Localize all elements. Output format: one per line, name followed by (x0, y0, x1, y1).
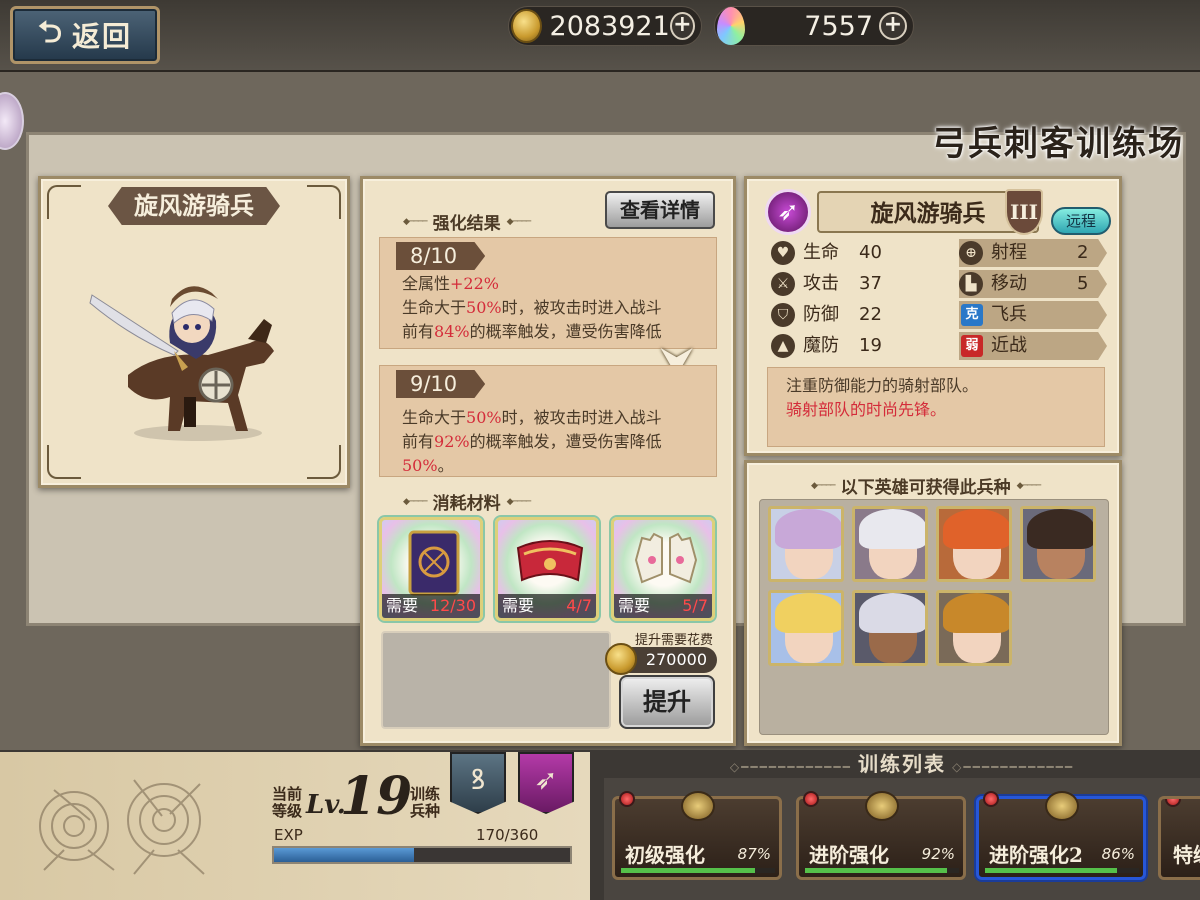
train-type-label: 训练 兵种 (410, 785, 441, 820)
material-slot-scarf[interactable]: 需要 4/7 (495, 517, 599, 621)
material-slot-gloves[interactable]: 需要 5/7 (611, 517, 715, 621)
stat-range: ⊕ 射程 2 (959, 239, 1107, 267)
training-list-title: 训练列表 (604, 750, 1200, 778)
notification-dot (1165, 799, 1181, 807)
heroes-grid (759, 499, 1109, 735)
training-item-selected[interactable]: 进阶强化2 86% (976, 791, 1146, 880)
training-item[interactable]: 进阶强化 92% (796, 791, 966, 880)
stat-attack: ⚔ 攻击 37 (771, 270, 921, 298)
hero-portrait[interactable] (936, 506, 1012, 582)
hero-portrait[interactable] (768, 506, 844, 582)
back-arrow-icon: ⮌ (37, 14, 64, 50)
next-level-tag: 9/10 (396, 370, 486, 398)
unit-sprite-image (89, 286, 274, 441)
stat-magic-defense: ▲ 魔防 19 (771, 332, 921, 360)
unit-name-banner: 旋风游骑兵 (108, 187, 280, 225)
exp-value: 170/360 (476, 826, 539, 844)
knob-icon (865, 791, 899, 821)
tier-badge: III (1005, 189, 1043, 235)
materials-heading: 消耗材料 (397, 489, 536, 514)
archer-class-icon: ➶ (765, 189, 811, 235)
weak-badge: 弱 (961, 335, 983, 357)
assassin-icon: ꝸ (470, 763, 486, 796)
cost-label: 提升需要花费 (634, 633, 713, 648)
next-result-box: 9/10 生命大于50%时，被攻击时进入战斗 前有92%的概率触发，遭受伤害降低… (379, 365, 717, 477)
stat-hp: ♥ 生命 40 (771, 239, 921, 267)
scarf-icon (516, 540, 584, 582)
material-need: 需要 4/7 (498, 594, 596, 618)
add-gem-button[interactable]: + (879, 12, 907, 40)
material-need: 需要 5/7 (614, 594, 712, 618)
side-menu-tab[interactable] (0, 92, 24, 150)
gold-coin-icon (511, 9, 542, 43)
back-label: 返回 (72, 20, 133, 53)
stat-counter: 克 飞兵 (959, 301, 1107, 329)
material-need: 需要 12/30 (382, 594, 480, 618)
assassin-type-tab[interactable]: ꝸ (450, 752, 506, 814)
current-level-tag: 8/10 (396, 242, 486, 270)
range-badge: 远程 (1051, 207, 1111, 235)
stat-move: ▙ 移动 5 (959, 270, 1107, 298)
stat-defense: ⛉ 防御 22 (771, 301, 921, 329)
back-button[interactable]: ⮌ 返回 (10, 6, 160, 64)
material-slot-tome[interactable]: 需要 12/30 (379, 517, 483, 621)
knob-icon (681, 791, 715, 821)
knob-icon (1045, 791, 1079, 821)
current-result-box: 8/10 全属性+22% 生命大于50%时，被攻击时进入战斗 前有84%的概率触… (379, 237, 717, 349)
training-item[interactable]: 特练 (1158, 796, 1200, 880)
archery-targets-illustration (39, 779, 205, 875)
gold-coin-icon (605, 643, 637, 675)
hero-portrait[interactable] (1020, 506, 1096, 582)
heroes-heading: 以下英雄可获得此兵种 (805, 473, 1046, 498)
stat-weakness: 弱 近战 (959, 332, 1107, 360)
cost-value: 270000 (645, 650, 707, 669)
view-details-button[interactable]: 查看详情 (605, 191, 715, 229)
empty-material-area (381, 631, 611, 729)
exp-progress-fill (274, 848, 414, 862)
upgrade-button[interactable]: 提升 (619, 675, 715, 729)
heroes-card: 以下英雄可获得此兵种 (744, 460, 1122, 746)
counter-badge: 克 (961, 304, 983, 326)
hero-portrait[interactable] (852, 590, 928, 666)
hero-portrait[interactable] (768, 590, 844, 666)
current-result-text: 全属性+22% 生命大于50%时，被攻击时进入战斗 前有84%的概率触发，遭受伤… (402, 274, 662, 341)
archer-type-tab[interactable]: ➶ (518, 752, 574, 814)
add-gold-button[interactable]: + (669, 12, 695, 40)
gold-counter: 2083921 + (508, 6, 702, 46)
unit-info-card: ➶ 旋风游骑兵 III 远程 ♥ 生命 40 ⚔ 攻击 37 ⛉ 防御 22 ▲… (744, 176, 1122, 456)
crosshair-icon: ⊕ (959, 241, 983, 265)
notification-dot (619, 791, 635, 807)
enhance-card: 强化结果 查看详情 8/10 全属性+22% 生命大于50%时，被攻击时进入战斗… (360, 176, 736, 746)
gold-value: 2083921 (549, 10, 670, 42)
heart-icon: ♥ (771, 241, 795, 265)
hero-portrait[interactable] (936, 590, 1012, 666)
hero-portrait[interactable] (852, 506, 928, 582)
level-value: 19 (340, 766, 413, 827)
gem-counter: 7557 + (714, 6, 914, 46)
unit-description: 注重防御能力的骑射部队。 骑射部队的时尚先锋。 (767, 367, 1105, 447)
results-heading: 强化结果 (397, 209, 536, 234)
next-result-text: 生命大于50%时，被攻击时进入战斗 前有92%的概率触发，遭受伤害降低 50%。 (402, 408, 662, 475)
gloves-icon (634, 532, 698, 584)
exp-label: EXP (274, 826, 303, 844)
page-title: 弓兵刺客训练场 (932, 124, 1184, 164)
tome-icon (408, 530, 460, 596)
magic-icon: ▲ (771, 334, 795, 358)
exp-progress-bar (272, 846, 572, 864)
notification-dot (983, 791, 999, 807)
current-level-label: 当前 等级 (272, 785, 303, 820)
training-item[interactable]: 初级强化 87% (612, 791, 782, 880)
notification-dot (803, 791, 819, 807)
boot-icon: ▙ (959, 272, 983, 296)
cost-display: 270000 (605, 643, 717, 675)
gem-icon (717, 7, 745, 45)
archer-icon: ➶ (534, 763, 558, 796)
shield-icon: ⛉ (771, 303, 795, 327)
gem-value: 7557 (804, 10, 873, 42)
sword-icon: ⚔ (771, 272, 795, 296)
